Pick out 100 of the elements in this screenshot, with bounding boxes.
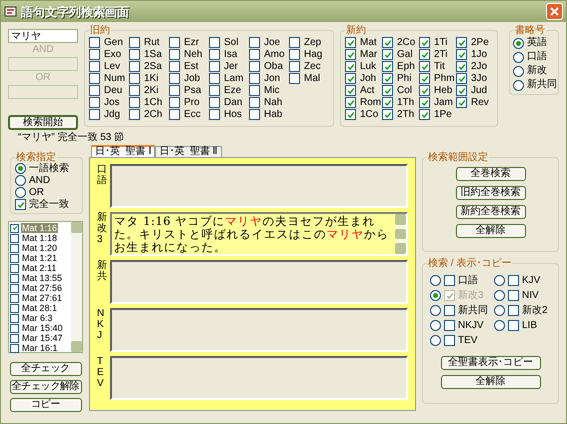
radio-button[interactable] — [513, 52, 524, 62]
checkbox[interactable] — [382, 49, 393, 60]
list-item[interactable]: Mar 15:40 — [21, 323, 64, 333]
checkbox[interactable] — [444, 275, 455, 286]
radio-button[interactable] — [15, 187, 26, 198]
tab[interactable]: 日･英 聖書 Ⅱ — [155, 146, 222, 157]
search-field[interactable]: マリヤ — [8, 29, 78, 43]
button[interactable]: 新約全巻検索 — [456, 205, 526, 219]
radio-button[interactable] — [15, 175, 26, 186]
checkbox[interactable] — [89, 85, 100, 96]
checkbox[interactable] — [10, 304, 19, 312]
checkbox[interactable] — [345, 49, 356, 60]
checkbox[interactable] — [10, 264, 19, 272]
checkbox[interactable] — [289, 37, 300, 48]
radio-button[interactable] — [494, 290, 505, 301]
radio-button[interactable] — [15, 163, 26, 174]
checkbox[interactable] — [10, 314, 19, 322]
button[interactable]: 旧約全巻検索 — [456, 186, 526, 200]
checkbox[interactable] — [129, 85, 140, 96]
checkbox[interactable] — [382, 61, 393, 72]
checkbox[interactable] — [169, 85, 180, 96]
checkbox[interactable] — [382, 97, 393, 108]
checkbox[interactable] — [345, 73, 356, 84]
checkbox[interactable] — [382, 37, 393, 48]
checkbox[interactable] — [129, 49, 140, 60]
tab[interactable]: 日･英 聖書 Ⅰ — [91, 145, 156, 157]
checkbox[interactable] — [169, 61, 180, 72]
button[interactable]: コピー — [10, 398, 82, 412]
radio-button[interactable] — [494, 305, 505, 316]
checkbox[interactable] — [129, 97, 140, 108]
checkbox[interactable] — [129, 73, 140, 84]
checkbox[interactable] — [169, 109, 180, 120]
checkbox[interactable] — [10, 274, 19, 282]
checkbox[interactable] — [209, 37, 220, 48]
checkbox[interactable] — [345, 109, 356, 120]
checkbox[interactable] — [382, 109, 393, 120]
list-item[interactable]: Mat 27:56 — [21, 283, 64, 293]
checkbox[interactable] — [508, 275, 519, 286]
radio-button[interactable] — [430, 335, 441, 346]
radio-button[interactable] — [430, 305, 441, 316]
checkbox[interactable] — [169, 37, 180, 48]
radio-button[interactable] — [430, 320, 441, 331]
button[interactable]: 全巻検索 — [456, 167, 526, 181]
checkbox[interactable] — [419, 109, 430, 120]
checkbox[interactable] — [419, 85, 430, 96]
radio-button[interactable] — [513, 66, 524, 76]
scrollbar[interactable] — [71, 222, 82, 352]
checkbox[interactable] — [249, 97, 260, 108]
checkbox[interactable] — [508, 305, 519, 316]
button[interactable]: 検索開始 — [8, 115, 78, 130]
checkbox[interactable] — [129, 37, 140, 48]
checkbox[interactable] — [289, 73, 300, 84]
checkbox[interactable] — [209, 49, 220, 60]
checkbox[interactable] — [249, 73, 260, 84]
checkbox[interactable] — [508, 320, 519, 331]
checkbox[interactable] — [129, 109, 140, 120]
checkbox[interactable] — [382, 73, 393, 84]
checkbox[interactable] — [169, 49, 180, 60]
checkbox[interactable] — [382, 85, 393, 96]
checkbox[interactable] — [456, 61, 467, 72]
radio-button[interactable] — [494, 275, 505, 286]
checkbox[interactable] — [209, 109, 220, 120]
checkbox[interactable] — [456, 97, 467, 108]
checkbox[interactable] — [169, 97, 180, 108]
checkbox[interactable] — [10, 294, 19, 302]
checkbox[interactable] — [10, 234, 19, 242]
checkbox[interactable] — [15, 199, 26, 210]
checkbox[interactable] — [89, 49, 100, 60]
button[interactable]: 全解除 — [440, 375, 540, 389]
checkbox[interactable] — [345, 85, 356, 96]
checkbox[interactable] — [419, 61, 430, 72]
checkbox[interactable] — [249, 61, 260, 72]
checkbox[interactable] — [419, 37, 430, 48]
checkbox[interactable] — [456, 49, 467, 60]
checkbox[interactable] — [345, 97, 356, 108]
checkbox[interactable] — [444, 320, 455, 331]
list-item[interactable]: Mar 15:47 — [21, 333, 64, 343]
button[interactable]: 全チェック — [10, 362, 82, 376]
button[interactable]: 全解除 — [456, 224, 526, 238]
checkbox[interactable] — [249, 49, 260, 60]
list-item[interactable]: Mar 16:1 — [21, 343, 59, 353]
list-item[interactable]: Mat 1:20 — [21, 243, 58, 253]
button[interactable]: 全チェック解除 — [10, 380, 82, 394]
checkbox[interactable] — [249, 37, 260, 48]
checkbox[interactable] — [444, 305, 455, 316]
button[interactable]: 全聖書表示･コピー — [440, 356, 540, 370]
checkbox[interactable] — [508, 290, 519, 301]
checkbox[interactable] — [289, 61, 300, 72]
checkbox[interactable] — [10, 244, 19, 252]
radio-button[interactable] — [513, 38, 524, 48]
checkbox[interactable] — [345, 61, 356, 72]
checkbox[interactable] — [345, 37, 356, 48]
checkbox[interactable] — [456, 37, 467, 48]
checkbox[interactable] — [209, 97, 220, 108]
checkbox[interactable] — [209, 61, 220, 72]
radio-button[interactable] — [513, 80, 524, 90]
radio-button[interactable] — [494, 320, 505, 331]
checkbox[interactable] — [419, 97, 430, 108]
checkbox[interactable] — [10, 254, 19, 262]
close-button[interactable] — [546, 3, 563, 20]
